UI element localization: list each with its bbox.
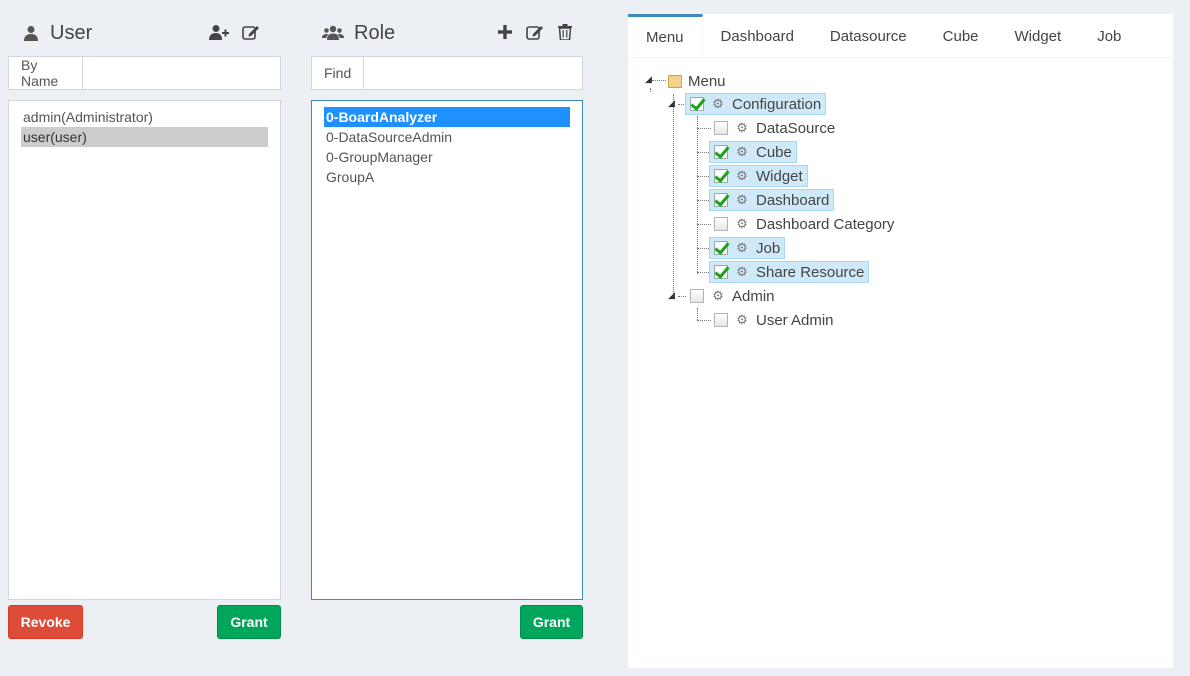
role-panel-title: Role [354, 21, 396, 44]
tree-node-label: DataSource [756, 119, 836, 137]
gear-icon: ⚙ [736, 312, 748, 327]
gear-icon: ⚙ [736, 144, 748, 159]
widget-checkbox[interactable] [714, 169, 728, 183]
cube-checkbox[interactable] [714, 145, 728, 159]
role-search-addon[interactable]: Find [312, 57, 365, 89]
tab-job[interactable]: Job [1079, 14, 1139, 58]
tree-node-user-admin[interactable]: ⚙ User Admin [710, 309, 834, 331]
tree-node-label: Share Resource [756, 263, 865, 281]
tree-line [650, 88, 651, 92]
revoke-button[interactable]: Revoke [8, 605, 83, 639]
gear-icon: ⚙ [736, 264, 748, 279]
dashboard-checkbox[interactable] [714, 193, 728, 207]
tree-node-share-resource[interactable]: ⚙ Share Resource [709, 261, 870, 283]
role-list-item[interactable]: 0-GroupManager [324, 147, 570, 167]
tree-node-configuration[interactable]: ⚙ Configuration [685, 93, 827, 115]
tab-datasource[interactable]: Datasource [812, 14, 925, 58]
tree-node-label: User Admin [756, 311, 834, 329]
role-search-input[interactable] [364, 57, 582, 89]
collapse-toggle-icon[interactable]: ◢ [645, 74, 652, 85]
tree-line [697, 308, 698, 320]
add-user-icon[interactable] [209, 22, 229, 42]
role-grant-button[interactable]: Grant [520, 605, 583, 639]
gear-icon: ⚙ [712, 288, 724, 303]
tree-node-root[interactable]: Menu [668, 70, 726, 92]
tree-node-label: Widget [756, 167, 803, 185]
share-resource-checkbox[interactable] [714, 265, 728, 279]
user-grant-button[interactable]: Grant [217, 605, 281, 639]
role-panel-header: Role [322, 18, 395, 48]
tree-node-label: Admin [732, 287, 775, 305]
tree-line [673, 94, 674, 294]
gear-icon: ⚙ [712, 96, 724, 111]
datasource-checkbox[interactable] [714, 121, 728, 135]
tree-node-label: Configuration [732, 95, 822, 113]
role-list-item[interactable]: 0-DataSourceAdmin [324, 127, 570, 147]
gear-icon: ⚙ [736, 168, 748, 183]
dashboard-category-checkbox[interactable] [714, 217, 728, 231]
role-search: Find [311, 56, 583, 90]
user-search: By Name [8, 56, 281, 90]
tab-widget[interactable]: Widget [997, 14, 1080, 58]
user-search-input[interactable] [83, 57, 280, 89]
tab-cube[interactable]: Cube [925, 14, 997, 58]
tree-node-label: Dashboard Category [756, 215, 895, 233]
tree-line [697, 320, 711, 321]
gear-icon: ⚙ [736, 240, 748, 255]
admin-checkbox[interactable] [690, 289, 704, 303]
user-admin-checkbox[interactable] [714, 313, 728, 327]
user-panel-header: User [22, 18, 92, 48]
user-list-item[interactable]: admin(Administrator) [21, 107, 268, 127]
edit-user-icon[interactable] [241, 22, 261, 42]
job-checkbox[interactable] [714, 241, 728, 255]
tree-line [697, 224, 711, 225]
gear-icon: ⚙ [736, 192, 748, 207]
user-toolbar [209, 22, 261, 42]
tree-node-dashboard[interactable]: ⚙ Dashboard [709, 189, 835, 211]
tree-node-dashboard-category[interactable]: ⚙ Dashboard Category [710, 213, 894, 235]
role-list: 0-BoardAnalyzer 0-DataSourceAdmin 0-Grou… [311, 100, 583, 600]
configuration-checkbox[interactable] [690, 97, 704, 111]
user-list-item-selected[interactable]: user(user) [21, 127, 268, 147]
tree-node-admin[interactable]: ⚙ Admin [686, 285, 775, 307]
role-list-item[interactable]: GroupA [324, 167, 570, 187]
users-group-icon [322, 24, 344, 42]
role-toolbar [495, 22, 575, 42]
delete-role-icon[interactable] [555, 22, 575, 42]
tree-line [678, 296, 686, 297]
tab-menu[interactable]: Menu [628, 14, 703, 58]
collapse-toggle-icon[interactable]: ◢ [668, 98, 675, 109]
tree-line [697, 116, 698, 274]
user-search-addon[interactable]: By Name [9, 57, 83, 89]
tree-node-label: Dashboard [756, 191, 830, 209]
user-icon [22, 24, 40, 42]
tree-node-datasource[interactable]: ⚙ DataSource [710, 117, 835, 139]
add-role-icon[interactable] [495, 22, 515, 42]
tree-node-widget[interactable]: ⚙ Widget [709, 165, 808, 187]
user-panel-title: User [50, 21, 93, 44]
gear-icon: ⚙ [736, 216, 748, 231]
role-list-item-selected[interactable]: 0-BoardAnalyzer [324, 107, 570, 127]
folder-icon [668, 74, 682, 88]
tree-node-label: Menu [688, 72, 726, 90]
gear-icon: ⚙ [736, 120, 748, 135]
tab-bar: Menu Dashboard Datasource Cube Widget Jo… [628, 14, 1173, 58]
tree-node-job[interactable]: ⚙ Job [709, 237, 786, 259]
tree-line [697, 128, 711, 129]
tree-node-cube[interactable]: ⚙ Cube [709, 141, 797, 163]
collapse-toggle-icon[interactable]: ◢ [668, 290, 675, 301]
tree-node-label: Cube [756, 143, 792, 161]
tree-line [652, 80, 666, 81]
permission-tab-panel: Menu Dashboard Datasource Cube Widget Jo… [628, 14, 1173, 668]
user-list: admin(Administrator) user(user) [8, 100, 281, 600]
edit-role-icon[interactable] [525, 22, 545, 42]
tab-dashboard[interactable]: Dashboard [703, 14, 812, 58]
tree-node-label: Job [756, 239, 781, 257]
